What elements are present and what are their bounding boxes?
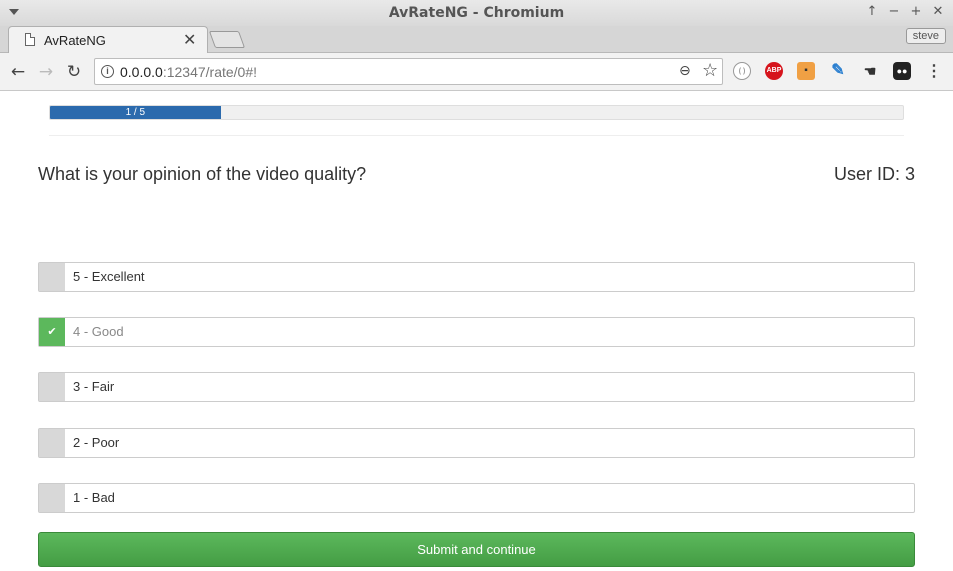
ghost-extension-icon[interactable]: ●● [893,62,911,80]
tab-title: AvRateNG [44,33,106,48]
question-text: What is your opinion of the video qualit… [38,164,367,184]
page-icon [25,33,35,46]
checkbox-icon[interactable] [39,263,65,291]
window-minimize-icon[interactable]: − [886,4,902,20]
progress-bar: 1 / 5 [49,105,904,120]
option-label: 2 - Poor [73,435,120,450]
zoom-icon[interactable]: ⊖ [679,63,691,79]
profile-button[interactable]: steve [905,28,946,44]
address-bar[interactable]: i 0.0.0.0:12347/rate/0#! ⊖ ☆ [94,58,723,85]
option-label: 3 - Fair [73,379,115,394]
tab-avrateng[interactable]: AvRateNG ✕ [8,26,208,53]
user-id: User ID: 3 [833,164,915,184]
checkbox-icon[interactable] [39,484,65,512]
divider [49,135,904,136]
hand-extension-icon[interactable]: ☚ [861,62,879,80]
option-label: 1 - Bad [73,490,115,505]
url-text[interactable]: 0.0.0.0:12347/rate/0#! [120,64,257,80]
reload-icon[interactable]: ↻ [64,62,84,82]
checkbox-icon[interactable] [39,373,65,401]
option-label: 5 - Excellent [73,269,145,284]
rating-option-good[interactable]: ✔ 4 - Good [38,317,915,347]
feather-extension-icon[interactable]: ✎ [829,62,847,80]
chrome-menu-icon[interactable]: ⋮ [926,62,942,82]
rating-option-excellent[interactable]: 5 - Excellent [38,262,915,292]
checkbox-icon[interactable] [39,429,65,457]
tab-close-icon[interactable]: ✕ [183,30,196,49]
forward-arrow-icon[interactable]: → [36,62,56,82]
window-raise-icon[interactable]: ↑ [864,4,880,20]
window-maximize-icon[interactable]: + [908,4,924,20]
window-title: AvRateNG - Chromium [388,5,565,21]
window-close-icon[interactable]: ✕ [930,4,946,20]
new-tab-button[interactable] [208,31,246,48]
reader-extension-icon[interactable]: ( ) [733,62,751,80]
submit-button[interactable]: Submit and continue [38,532,915,567]
url-path: :12347/rate/0#! [162,64,258,80]
option-label: 4 - Good [73,324,124,339]
checkbox-icon[interactable]: ✔ [39,318,65,346]
window-titlebar: AvRateNG - Chromium ↑ − + ✕ [0,0,953,26]
bookmark-star-icon[interactable]: ☆ [702,60,718,81]
back-arrow-icon[interactable]: ← [8,62,28,82]
browser-toolbar: ← → ↻ i 0.0.0.0:12347/rate/0#! ⊖ ☆ ( ) A… [0,53,953,91]
bear-extension-icon[interactable]: ▪ [797,62,815,80]
rating-option-bad[interactable]: 1 - Bad [38,483,915,513]
tab-strip: AvRateNG ✕ steve [0,26,953,53]
url-host: 0.0.0.0 [120,64,163,80]
info-icon[interactable]: i [101,65,114,78]
rating-option-fair[interactable]: 3 - Fair [38,372,915,402]
page-content: 1 / 5 What is your opinion of the video … [0,91,953,571]
rating-option-poor[interactable]: 2 - Poor [38,428,915,458]
progress-fill: 1 / 5 [50,106,221,119]
adblock-plus-icon[interactable]: ABP [765,62,783,80]
